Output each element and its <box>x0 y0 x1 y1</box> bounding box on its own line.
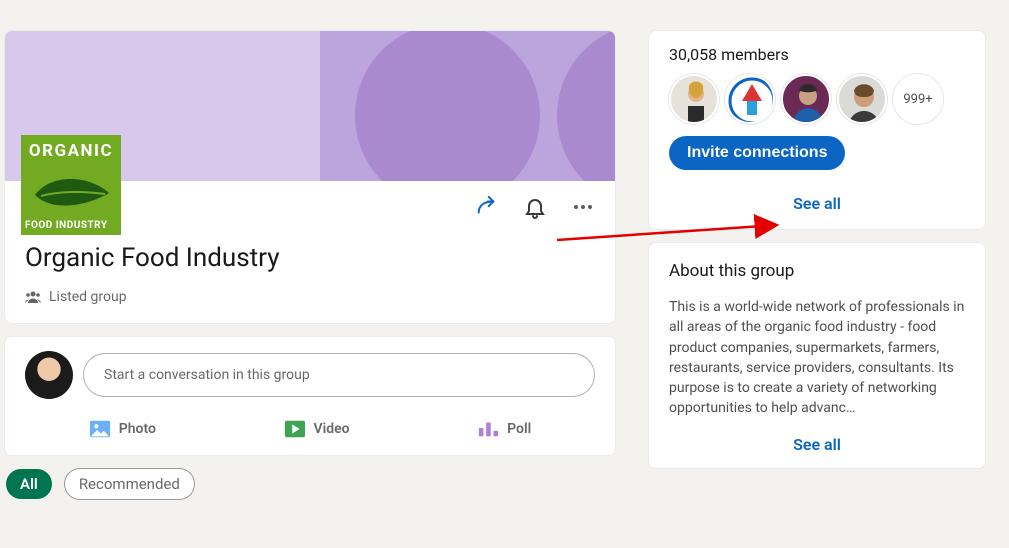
group-header-card: ORGANIC FOOD INDUSTRY <box>4 30 616 324</box>
start-conversation-card: Start a conversation in this group Photo… <box>4 336 616 456</box>
member-avatar-3[interactable] <box>781 74 831 124</box>
filter-recommended[interactable]: Recommended <box>64 468 195 500</box>
listed-group-label: Listed group <box>25 289 595 305</box>
video-icon <box>284 419 306 439</box>
bell-icon[interactable] <box>523 195 547 219</box>
feed-filter-row: All Recommended <box>4 468 616 500</box>
group-icon <box>25 290 41 304</box>
about-card: About this group This is a world-wide ne… <box>648 242 986 469</box>
photo-icon <box>89 419 111 439</box>
members-card: 30,058 members 999+ Invite connections S… <box>648 30 986 230</box>
member-avatars: 999+ <box>669 74 965 124</box>
start-conversation-input[interactable]: Start a conversation in this group <box>83 353 595 397</box>
video-button[interactable]: Video <box>274 413 360 445</box>
poll-button[interactable]: Poll <box>467 413 541 445</box>
about-body: This is a world-wide network of professi… <box>669 297 965 419</box>
listed-text: Listed group <box>49 289 127 305</box>
photo-button[interactable]: Photo <box>79 413 166 445</box>
video-label: Video <box>314 421 350 437</box>
poll-icon <box>477 419 499 439</box>
group-logo: ORGANIC FOOD INDUSTRY <box>21 135 121 235</box>
user-avatar[interactable] <box>25 351 73 399</box>
group-title: Organic Food Industry <box>25 243 595 273</box>
more-icon[interactable] <box>571 195 595 219</box>
invite-connections-button[interactable]: Invite connections <box>669 136 845 170</box>
logo-text-bottom: FOOD INDUSTRY <box>25 220 117 231</box>
see-all-members-link[interactable]: See all <box>669 194 965 213</box>
share-icon[interactable] <box>473 196 499 218</box>
leaf-icon <box>29 173 113 209</box>
poll-label: Poll <box>507 421 531 437</box>
logo-text-top: ORGANIC <box>25 141 117 161</box>
see-all-about-link[interactable]: See all <box>669 435 965 454</box>
member-avatar-1[interactable] <box>669 74 719 124</box>
member-avatar-2[interactable] <box>725 74 775 124</box>
about-title: About this group <box>669 261 965 281</box>
photo-label: Photo <box>119 421 156 437</box>
filter-all[interactable]: All <box>6 469 52 499</box>
member-overflow-count[interactable]: 999+ <box>893 74 943 124</box>
members-count: 30,058 members <box>669 45 965 64</box>
member-avatar-4[interactable] <box>837 74 887 124</box>
